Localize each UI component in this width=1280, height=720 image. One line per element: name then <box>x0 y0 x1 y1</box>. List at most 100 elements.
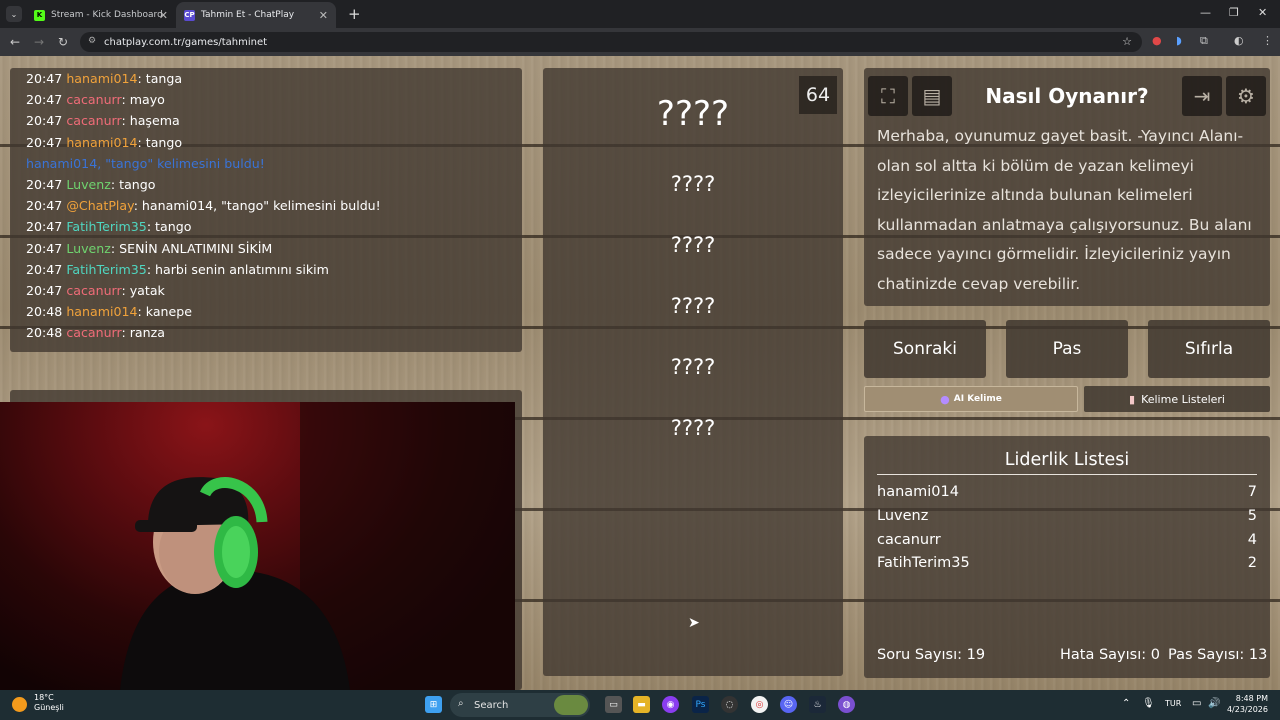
chat-text: : yatak <box>121 283 165 299</box>
search-highlight-image <box>554 695 588 715</box>
chevron-up-icon[interactable]: ⌃ <box>1122 698 1130 709</box>
address-bar[interactable]: ⚙ chatplay.com.tr/games/tahminet ☆ <box>80 32 1142 52</box>
leaderboard-title: Liderlik Listesi <box>877 450 1257 475</box>
how-to-play-panel: ⛶ ▤ Nasıl Oynanır? ⇥ ⚙ Merhaba, oyunumuz… <box>864 68 1270 306</box>
kick-icon: K <box>34 9 45 21</box>
chat-username[interactable]: FatihTerim35 <box>66 219 147 234</box>
chat-message: 20:47 FatihTerim35: harbi senin anlatımı… <box>26 259 522 280</box>
restore-icon[interactable]: ❐ <box>1229 6 1239 19</box>
tab-label: Tahmin Et - ChatPlay <box>201 10 295 20</box>
forbidden-word: ???? <box>670 355 716 379</box>
how-to-play-text: Merhaba, oyunumuz gayet basit. -Yayıncı … <box>877 127 1252 293</box>
chat-username[interactable]: hanami014 <box>66 304 137 319</box>
forward-icon[interactable]: → <box>27 35 51 49</box>
steam-icon[interactable]: ♨ <box>809 696 826 713</box>
tab-chatplay[interactable]: CP Tahmin Et - ChatPlay ✕ <box>176 2 336 28</box>
chat-message: 20:47 hanami014: tango <box>26 132 522 153</box>
chat-username[interactable]: @ChatPlay <box>66 198 133 213</box>
list-icon: ▮ <box>1129 392 1136 406</box>
clock[interactable]: 8:48 PM 4/23/2026 <box>1222 693 1268 715</box>
chat-text: : mayo <box>121 92 165 108</box>
extension-icon[interactable]: ● <box>1152 34 1162 47</box>
microphone-icon[interactable]: 🎙 <box>1142 698 1155 709</box>
pass-button[interactable]: Pas <box>1006 320 1128 378</box>
chat-timestamp: 20:47 <box>26 283 63 299</box>
chat-timestamp: 20:47 <box>26 92 63 108</box>
menu-icon[interactable]: ⋮ <box>1262 34 1273 47</box>
weather-desc: Güneşli <box>34 703 64 712</box>
reset-button[interactable]: Sıfırla <box>1148 320 1270 378</box>
word-panel: 64 ???? ???? ???? ???? ???? ???? ➤ <box>543 68 843 676</box>
discord-icon[interactable]: ☺ <box>780 696 797 713</box>
chrome-icon[interactable]: ◎ <box>751 696 768 713</box>
main-word: ???? <box>656 94 730 134</box>
minimize-icon[interactable]: — <box>1200 6 1211 19</box>
app-icon[interactable]: ◌ <box>721 696 738 713</box>
taskbar-search[interactable]: ⌕ Search <box>450 693 590 717</box>
webcam-feed <box>0 402 515 690</box>
chat-message: 20:47 @ChatPlay: hanami014, "tango" keli… <box>26 195 522 216</box>
chat-text: hanami014, "tango" kelimesini buldu! <box>26 155 265 171</box>
site-info-icon[interactable]: ⚙ <box>88 36 96 46</box>
extensions-puzzle-icon[interactable]: ⧉ <box>1200 34 1208 48</box>
search-label: Search <box>474 699 509 711</box>
chat-username[interactable]: cacanurr <box>66 113 121 128</box>
network-icon[interactable]: ▭ <box>1192 698 1201 709</box>
chat-message: 20:47 FatihTerim35: tango <box>26 216 522 237</box>
volume-icon[interactable]: 🔊 <box>1208 698 1220 709</box>
word-lists-label: Kelime Listeleri <box>1141 392 1225 406</box>
tab-search-button[interactable]: ⌄ <box>6 6 22 22</box>
weather-temp: 18°C <box>34 693 54 702</box>
taskbar: 18°C Güneşli ⊞ ⌕ Search ▭ ▬ ◉ Ps ◌ ◎ ☺ ♨… <box>0 690 1280 720</box>
chat-text: : tango <box>146 219 192 235</box>
bookmark-star-icon[interactable]: ☆ <box>1122 35 1132 48</box>
close-window-icon[interactable]: ✕ <box>1258 6 1267 19</box>
chat-message: 20:47 cacanurr: haşema <box>26 110 522 131</box>
gear-icon[interactable]: ⚙ <box>1226 76 1266 116</box>
word-lists-button[interactable]: ▮ Kelime Listeleri <box>1084 386 1270 412</box>
chat-username[interactable]: Luvenz <box>66 241 111 256</box>
chat-timestamp: 20:47 <box>26 219 63 235</box>
ai-word-label: AI Kelime <box>953 394 1002 404</box>
chat-message: 20:47 cacanurr: yatak <box>26 280 522 301</box>
app-icon[interactable]: ◍ <box>838 696 855 713</box>
chat-message: 20:47 Luvenz: tango <box>26 174 522 195</box>
exit-icon[interactable]: ⇥ <box>1182 76 1222 116</box>
chat-username[interactable]: cacanurr <box>66 283 121 298</box>
close-tab-icon[interactable]: ✕ <box>319 9 328 22</box>
app-icon[interactable]: ◉ <box>662 696 679 713</box>
extension-icon[interactable]: ◗ <box>1176 34 1182 47</box>
chat-message: hanami014, "tango" kelimesini buldu! <box>26 153 522 174</box>
weather-widget[interactable]: 18°C Güneşli <box>34 693 64 713</box>
chat-username[interactable]: Luvenz <box>66 177 111 192</box>
tab-label: Stream - Kick Dashboard <box>51 10 163 20</box>
chat-username[interactable]: cacanurr <box>66 92 121 107</box>
chat-username[interactable]: hanami014 <box>66 71 137 86</box>
chat-username[interactable]: cacanurr <box>66 325 121 340</box>
chat-message: 20:47 Luvenz: SENİN ANLATIMINI SİKİM <box>26 238 522 259</box>
profile-avatar[interactable]: ◐ <box>1234 34 1244 47</box>
chat-username[interactable]: FatihTerim35 <box>66 262 147 277</box>
chat-timestamp: 20:47 <box>26 240 63 256</box>
chat-message: 20:48 cacanurr: ranza <box>26 322 522 343</box>
close-tab-icon[interactable]: ✕ <box>159 9 168 22</box>
file-explorer-icon[interactable]: ▬ <box>633 696 650 713</box>
tab-kick-dashboard[interactable]: K Stream - Kick Dashboard ✕ <box>26 2 176 28</box>
ai-word-button[interactable]: ● AI Kelime <box>864 386 1078 412</box>
new-tab-button[interactable]: + <box>348 5 361 23</box>
back-icon[interactable]: ← <box>3 35 27 49</box>
chat-text: : harbi senin anlatımını sikim <box>146 261 329 277</box>
chat-timestamp: 20:47 <box>26 198 63 214</box>
tab-strip: ⌄ K Stream - Kick Dashboard ✕ CP Tahmin … <box>0 0 1280 28</box>
chat-timestamp: 20:47 <box>26 113 63 129</box>
clock-date: 4/23/2026 <box>1226 705 1268 714</box>
forbidden-word: ???? <box>670 172 716 196</box>
chat-username[interactable]: hanami014 <box>66 135 137 150</box>
photoshop-icon[interactable]: Ps <box>692 696 709 713</box>
next-button[interactable]: Sonraki <box>864 320 986 378</box>
reload-icon[interactable]: ↻ <box>51 35 75 49</box>
language-indicator[interactable]: TUR <box>1165 699 1181 708</box>
windows-start-icon[interactable]: ⊞ <box>425 696 442 713</box>
leaderboard-row: cacanurr 4 <box>877 532 1257 548</box>
task-view-icon[interactable]: ▭ <box>605 696 622 713</box>
